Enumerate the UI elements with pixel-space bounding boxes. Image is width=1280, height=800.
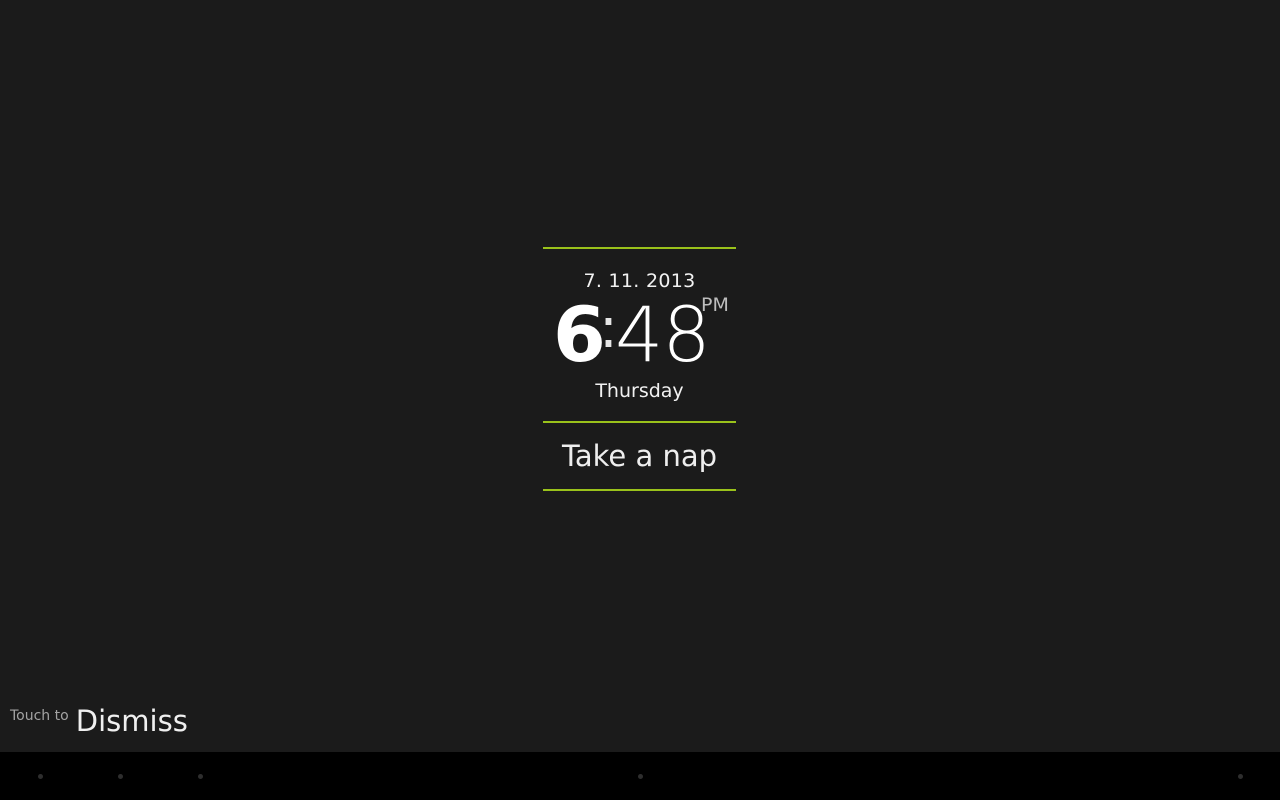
alarm-day: Thursday: [595, 380, 684, 402]
alarm-panel: 7. 11. 2013 6 : 48 PM Thursday Take a na…: [543, 247, 736, 491]
time-ampm: PM: [701, 294, 729, 316]
recents-button[interactable]: [198, 774, 203, 779]
bottom-divider: [543, 489, 736, 491]
alarm-date: 7. 11. 2013: [583, 270, 696, 292]
top-divider: [543, 247, 736, 249]
menu-dot[interactable]: [638, 774, 643, 779]
dismiss-label: Dismiss: [75, 704, 188, 738]
dismiss-button[interactable]: Touch to Dismiss: [10, 704, 188, 738]
time-minutes: 48: [615, 290, 711, 379]
home-button[interactable]: [118, 774, 123, 779]
time-hour: 6: [553, 290, 606, 379]
navigation-bar: [0, 752, 1280, 800]
back-button[interactable]: [38, 774, 43, 779]
screen: 7. 11. 2013 6 : 48 PM Thursday Take a na…: [0, 0, 1280, 800]
alarm-time: 6 : 48 PM: [543, 292, 736, 378]
notification-dot[interactable]: [1238, 774, 1243, 779]
alarm-screen[interactable]: 7. 11. 2013 6 : 48 PM Thursday Take a na…: [0, 0, 1280, 752]
take-a-nap-button[interactable]: Take a nap: [543, 423, 736, 489]
dismiss-prefix: Touch to: [10, 708, 69, 724]
